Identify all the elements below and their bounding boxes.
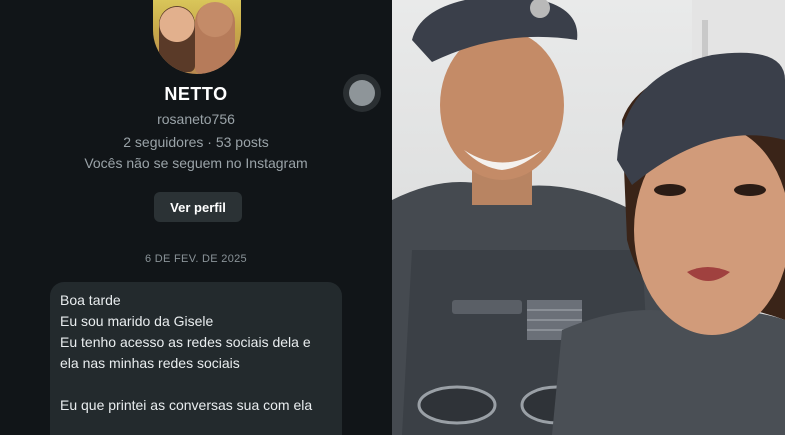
message-line: Eu tenho acesso as redes sociais dela e (60, 334, 311, 350)
chat-panel: NETTO rosaneto756 2 seguidores · 53 post… (0, 0, 392, 435)
officer-1-face (440, 30, 564, 180)
avatar-person-2 (195, 2, 235, 74)
officers-photo-illustration (392, 0, 785, 435)
message-bubble[interactable]: Boa tarde Eu sou marido da Gisele Eu ten… (50, 282, 342, 435)
officers-photo (392, 0, 785, 435)
message-line: Eu que printei as conversas sua com ela (60, 397, 313, 413)
view-profile-button[interactable]: Ver perfil (154, 192, 242, 222)
profile-stats: 2 seguidores · 53 posts (123, 134, 269, 150)
message-line: ela nas minhas redes sociais (60, 355, 240, 371)
avatar-person-1 (159, 6, 195, 72)
message-date: 6 DE FEV. DE 2025 (145, 253, 247, 265)
message-line: Boa tarde (60, 292, 121, 308)
profile-handle: rosaneto756 (157, 111, 235, 127)
profile-name: NETTO (164, 84, 228, 104)
profile-avatar[interactable] (153, 0, 241, 74)
officer-2-uniform (552, 310, 785, 435)
message-line: Eu sou marido da Gisele (60, 313, 214, 329)
follow-status: Vocês não se seguem no Instagram (84, 155, 308, 171)
